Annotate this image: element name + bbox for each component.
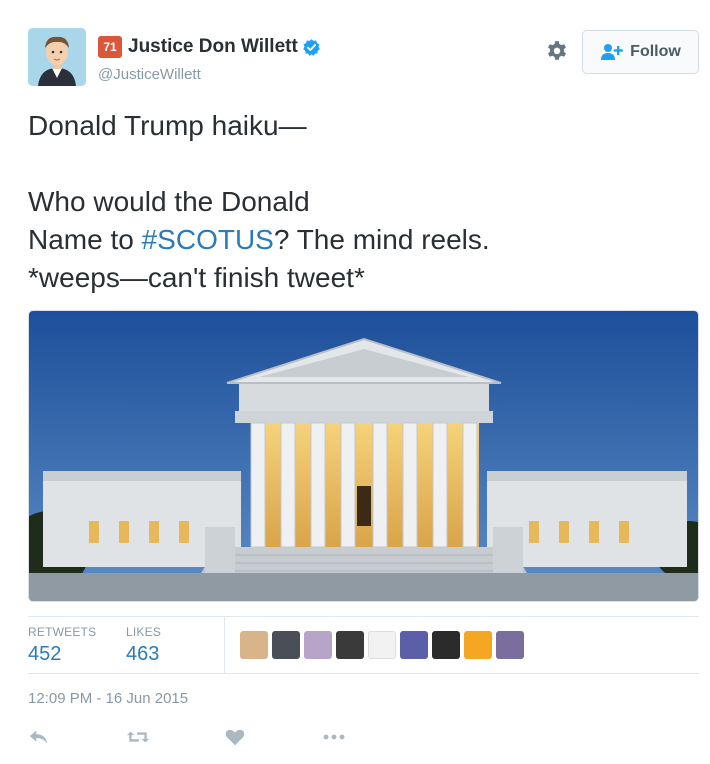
tweet-photo[interactable] [28, 310, 699, 602]
tweet-timestamp[interactable]: 12:09 PM - 16 Jun 2015 [28, 690, 188, 707]
tweet-stats: RETWEETS 452 LIKES 463 [28, 616, 699, 674]
likes-label: LIKES [126, 625, 162, 639]
display-name[interactable]: Justice Don Willett [128, 36, 298, 58]
add-user-icon [601, 44, 623, 60]
tweet-actions [28, 726, 420, 748]
liker-avatar[interactable] [432, 631, 460, 659]
notification-badge: 71 [98, 36, 122, 58]
tweet-line: Donald Trump haiku— [28, 110, 307, 141]
follow-button-label: Follow [630, 43, 681, 60]
likes-count: 463 [126, 643, 160, 665]
gear-icon[interactable] [544, 39, 570, 65]
retweets-label: RETWEETS [28, 625, 97, 639]
liker-avatar[interactable] [272, 631, 300, 659]
stats-divider [224, 617, 225, 674]
reply-icon[interactable] [28, 726, 50, 748]
liker-avatar[interactable] [240, 631, 268, 659]
user-handle[interactable]: @JusticeWillett [98, 66, 201, 83]
retweets-count: 452 [28, 643, 62, 665]
name-row[interactable]: 71 Justice Don Willett [98, 36, 321, 58]
heart-icon[interactable] [224, 726, 246, 748]
tweet-text: Donald Trump haiku— Who would the Donald… [28, 107, 688, 297]
more-icon[interactable] [322, 726, 345, 748]
likes-stat[interactable]: LIKES 463 [126, 625, 161, 666]
liker-avatar[interactable] [464, 631, 492, 659]
liker-avatar[interactable] [496, 631, 524, 659]
tweet-text-segment: Name to [28, 224, 142, 255]
tweet-line: Who would the Donald [28, 186, 310, 217]
liker-avatar[interactable] [400, 631, 428, 659]
tweet-line: *weeps—can't finish tweet* [28, 262, 365, 293]
avatar[interactable] [28, 28, 86, 86]
liker-avatar[interactable] [336, 631, 364, 659]
retweet-icon[interactable] [126, 726, 149, 748]
hashtag-link[interactable]: #SCOTUS [142, 224, 274, 255]
liker-avatar[interactable] [368, 631, 396, 659]
retweets-stat[interactable]: RETWEETS 452 [28, 625, 96, 666]
liker-avatar[interactable] [304, 631, 332, 659]
verified-badge-icon [302, 38, 321, 57]
follow-button[interactable]: Follow [582, 30, 699, 74]
tweet-line: Name to #SCOTUS? The mind reels. [28, 221, 688, 259]
liker-avatars [240, 631, 524, 659]
tweet-text-segment: ? The mind reels. [273, 224, 490, 255]
